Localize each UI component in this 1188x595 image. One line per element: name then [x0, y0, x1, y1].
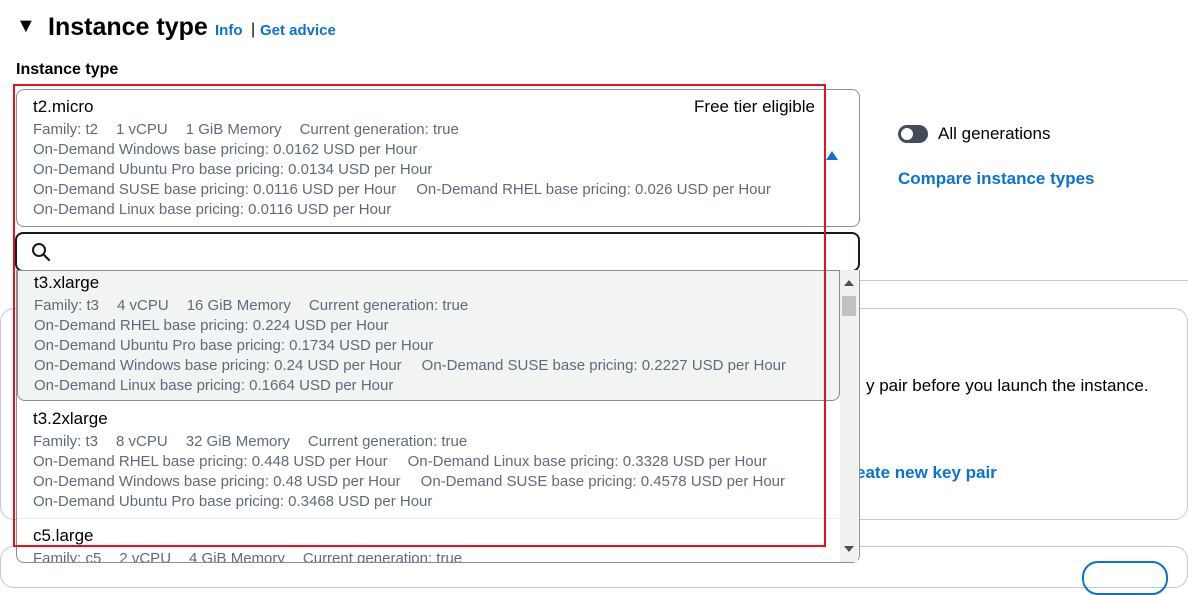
compare-instance-types-link[interactable]: Compare instance types [898, 169, 1095, 189]
vcpu-spec: 2 vCPU [119, 550, 172, 563]
key-pair-description: y pair before you launch the instance. [866, 376, 1149, 395]
section-title: Instance type [48, 13, 208, 41]
header-separator: | [251, 21, 256, 38]
option-specs: Family: c5 2 vCPU 4 GiB Memory Current gene… [33, 549, 463, 563]
caret-up-icon[interactable] [826, 151, 838, 160]
partial-button[interactable] [1082, 561, 1168, 595]
all-generations-toggle[interactable] [898, 125, 928, 143]
get-advice-link[interactable]: Get advice [260, 21, 336, 41]
scroll-up-arrow-icon[interactable] [844, 280, 854, 286]
scroll-down-arrow-icon[interactable] [844, 546, 854, 552]
instance-type-label: Instance type [16, 61, 119, 78]
options-scrollbar[interactable] [840, 270, 858, 562]
collapse-caret-icon[interactable]: ▼ [16, 14, 36, 38]
all-generations-label: All generations [938, 124, 1051, 143]
scrollbar-thumb[interactable] [842, 296, 856, 316]
memory-spec: 4 GiB Memory [189, 550, 285, 563]
generation-spec: Current generation: true [302, 550, 463, 563]
family-spec: Family: c5 [33, 550, 102, 563]
create-new-key-pair-link[interactable]: eate new key pair [856, 463, 997, 483]
info-link[interactable]: Info [215, 21, 243, 41]
highlight-box [13, 84, 826, 547]
